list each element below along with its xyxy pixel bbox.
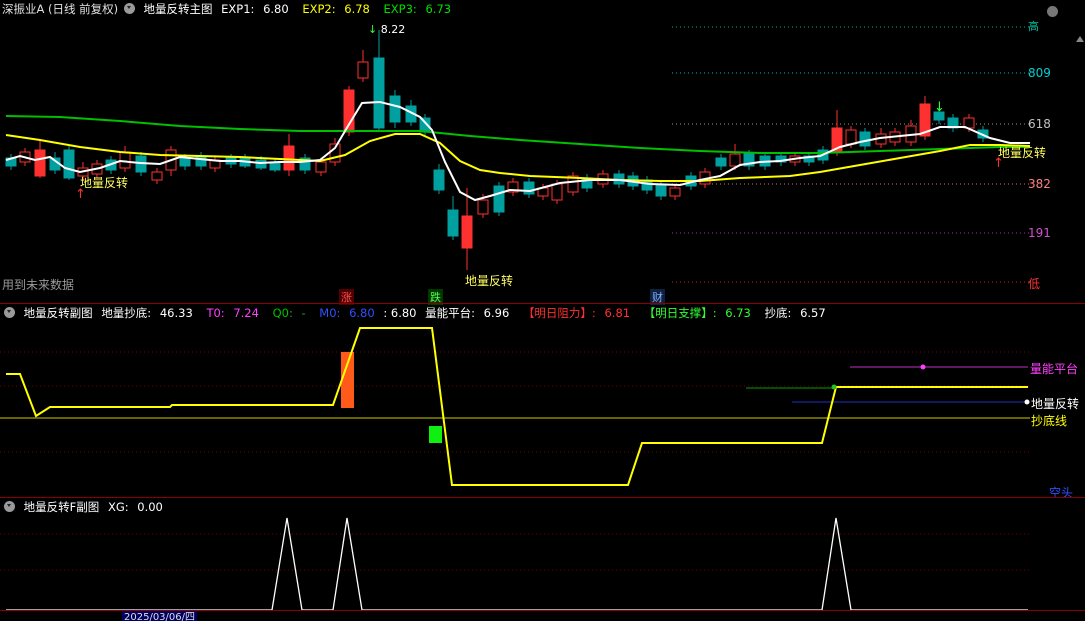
level-label-191: 191 bbox=[1028, 226, 1051, 240]
level-label-low: 低 bbox=[1028, 277, 1041, 291]
price-high-marker: ↓ 8.22 bbox=[368, 23, 406, 36]
sub1-svg bbox=[0, 327, 1030, 486]
level-label-high: 高 bbox=[1028, 20, 1039, 33]
signal-label-1: 地量反转 bbox=[80, 176, 129, 190]
candle-body bbox=[283, 145, 295, 171]
candle-body bbox=[255, 159, 267, 169]
future-data-note: 用到未来数据 bbox=[2, 278, 75, 292]
candle-body bbox=[195, 155, 207, 167]
sub2-chart-panel[interactable]: 地量反转F副图 XG: 0.00 bbox=[0, 498, 1085, 610]
right-label-lnpt: 量能平台 bbox=[1030, 362, 1079, 376]
sub1-chart-panel[interactable]: 地量反转副图 地量抄底: 46.33 T0: 7.24 Q0: - M0: 6.… bbox=[0, 304, 1085, 500]
level-label-809: 809 bbox=[1028, 66, 1051, 80]
candle-body bbox=[845, 129, 857, 145]
level-label-382: 382 bbox=[1028, 177, 1051, 191]
candle-body bbox=[34, 149, 46, 177]
candle-body bbox=[179, 157, 191, 167]
main-candles-svg bbox=[5, 26, 1031, 283]
xg-line bbox=[6, 517, 1028, 610]
candle-body bbox=[715, 157, 727, 167]
right-label-cdx: 抄底线 bbox=[1031, 414, 1068, 428]
right-label-dlfz: 地量反转 bbox=[1031, 397, 1080, 411]
up-arrow-icon: ↑ bbox=[75, 187, 86, 202]
candle-body bbox=[357, 61, 369, 79]
candle-body bbox=[151, 171, 163, 181]
date-axis-bar: 2025/03/06/四 bbox=[0, 610, 1085, 621]
level-label-618: 618 bbox=[1028, 117, 1051, 131]
candle-body bbox=[655, 183, 667, 197]
candle-body bbox=[63, 149, 75, 179]
green-bar bbox=[429, 426, 442, 443]
candle-body bbox=[551, 183, 563, 201]
candle-body bbox=[373, 57, 385, 129]
candle-body bbox=[669, 187, 681, 197]
candle-body bbox=[447, 209, 459, 237]
signal-label-2: 地量反转 bbox=[465, 274, 514, 288]
candle-body bbox=[433, 169, 445, 191]
sub2-svg bbox=[0, 517, 1030, 610]
orange-bar bbox=[341, 352, 354, 408]
candle-body bbox=[119, 151, 131, 169]
candle-body bbox=[315, 161, 327, 173]
candles-group bbox=[5, 30, 989, 270]
candle-body bbox=[389, 95, 401, 123]
candle-body bbox=[523, 181, 535, 195]
up-arrow-icon: ↑ bbox=[993, 156, 1004, 171]
down-arrow-icon: ↓ bbox=[934, 100, 945, 115]
main-chart-panel[interactable]: 深振业A (日线 前复权) 地量反转主图 EXP1: 6.80 EXP2: 6.… bbox=[0, 0, 1085, 305]
candle-body bbox=[493, 185, 505, 213]
candle-body bbox=[729, 153, 741, 167]
candle-body bbox=[859, 131, 871, 147]
candle-body bbox=[477, 199, 489, 215]
candle-body bbox=[461, 215, 473, 249]
signal-label-3: 地量反转 bbox=[998, 146, 1047, 160]
date-cursor-label: 2025/03/06/四 bbox=[122, 611, 198, 621]
